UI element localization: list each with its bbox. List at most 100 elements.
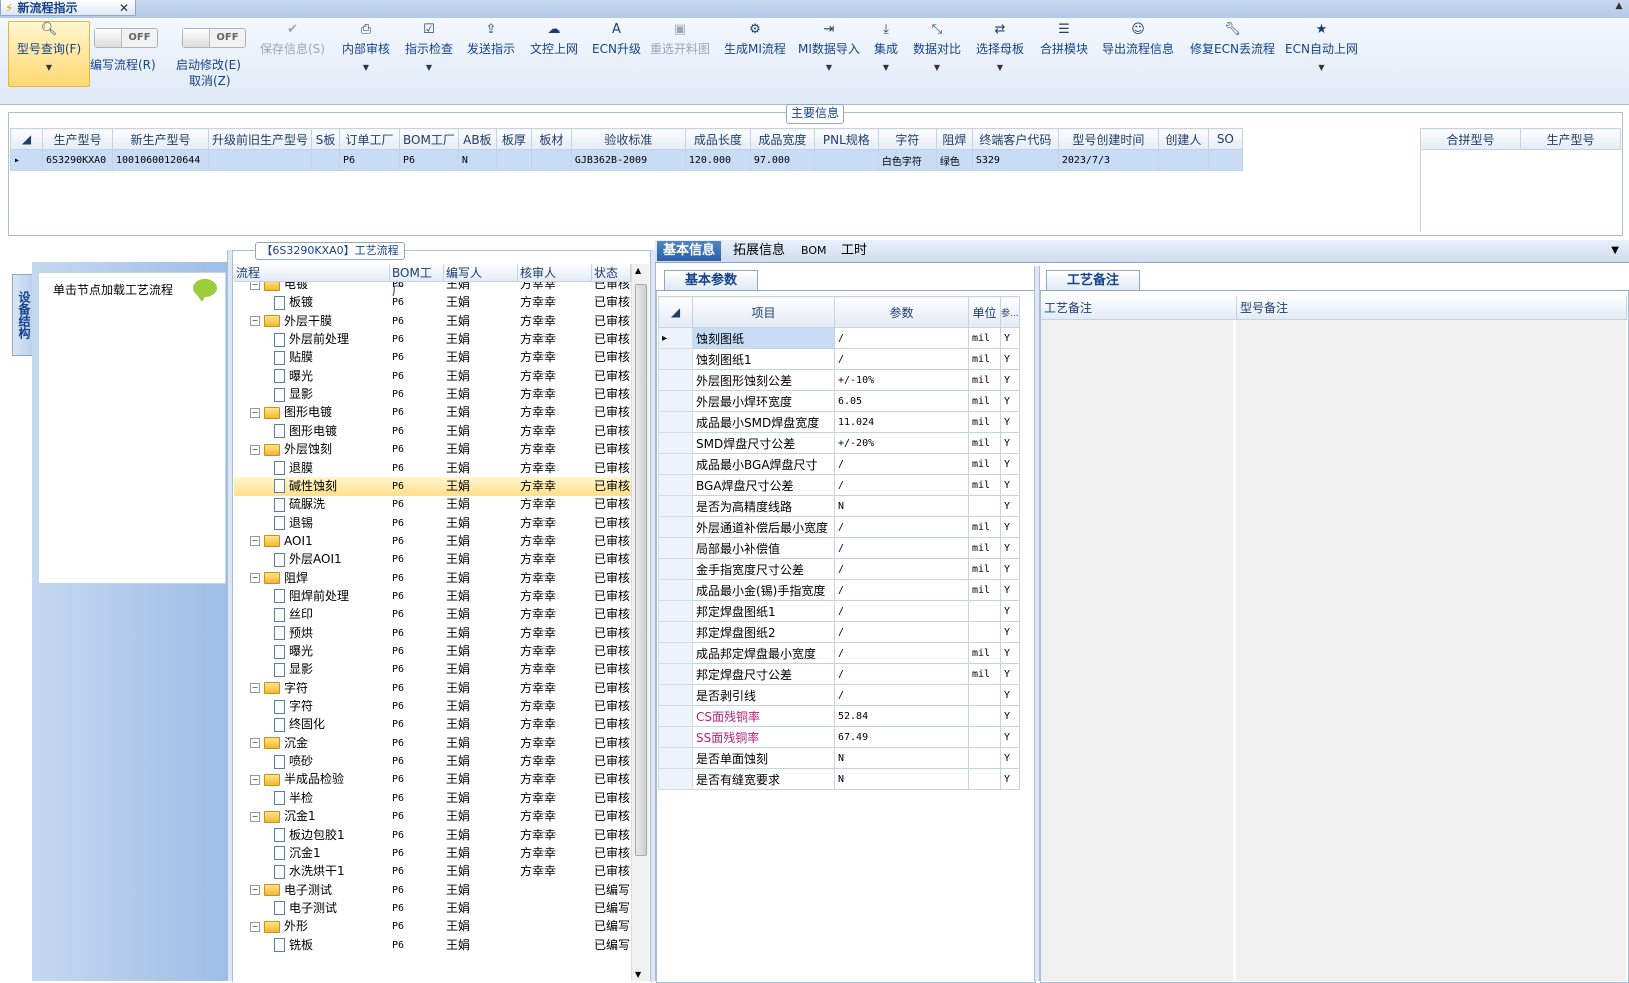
tree-node[interactable]: 硫脲洗 <box>274 495 390 514</box>
param-flag[interactable]: Y <box>1000 495 1020 517</box>
tree-node[interactable]: − 图形电镀 <box>250 403 390 422</box>
scroll-thumb[interactable] <box>635 284 647 856</box>
edit-flow-toggle[interactable]: OFF <box>94 28 158 48</box>
param-flag[interactable]: Y <box>1000 684 1020 706</box>
tree-row[interactable]: 贴膜 P6 王娟 方幸幸 已审核 <box>234 348 631 367</box>
col-header[interactable]: 成品长度 <box>684 128 751 150</box>
col-header[interactable]: 生产型号 <box>42 128 113 150</box>
tree-row[interactable]: 退锡 P6 王娟 方幸幸 已审核 <box>234 514 631 533</box>
param-flag[interactable]: Y <box>1000 348 1020 370</box>
param-unit[interactable] <box>968 684 1001 706</box>
param-value[interactable]: 6.05 <box>834 390 969 412</box>
param-item[interactable]: 是否有缝宽要求 <box>692 768 835 790</box>
tree-row[interactable]: 预烘 P6 王娟 方幸幸 已审核 <box>234 624 631 643</box>
param-unit[interactable] <box>968 600 1001 622</box>
row-indicator[interactable] <box>658 411 693 433</box>
tree-node[interactable]: 曝光 <box>274 367 390 386</box>
param-value[interactable]: / <box>834 600 969 622</box>
param-value[interactable]: / <box>834 684 969 706</box>
collapse-icon[interactable]: − <box>250 921 260 932</box>
param-unit[interactable] <box>968 768 1001 790</box>
tree-row[interactable]: 喷砂 P6 王娟 方幸幸 已审核 <box>234 752 631 771</box>
param-row[interactable]: SS面残铜率 67.49 Y <box>658 726 1020 748</box>
param-value[interactable]: +/-20% <box>834 432 969 454</box>
select-master-button[interactable]: ⇄ 选择母板 ▼ <box>976 22 1024 72</box>
param-value[interactable]: / <box>834 558 969 580</box>
tab-work-hours[interactable]: 工时 <box>835 241 873 261</box>
main-info-cell[interactable]: 2023/7/3 <box>1057 149 1159 171</box>
tree-node[interactable]: 沉金1 <box>274 844 390 863</box>
tree-node[interactable]: 退膜 <box>274 459 390 478</box>
row-indicator[interactable] <box>658 768 693 790</box>
tree-row[interactable]: 电子测试 P6 王娟 已编写 <box>234 899 631 918</box>
ecn-upgrade-button[interactable]: A ECN升级 <box>592 22 641 57</box>
col-header[interactable]: 成品宽度 <box>749 128 815 150</box>
main-info-cell[interactable]: N <box>457 149 497 171</box>
cancel-button[interactable]: 取消(Z) <box>189 70 231 89</box>
subtab-process-notes[interactable]: 工艺备注 <box>1046 270 1140 291</box>
param-row[interactable]: 局部最小补偿值 / mil Y <box>658 537 1020 559</box>
scroll-down-icon[interactable]: ▼ <box>635 970 641 979</box>
model-query-button[interactable]: 🔍︎ 型号查询(F) ▼ <box>8 21 90 87</box>
param-value[interactable]: / <box>834 579 969 601</box>
tree-row[interactable]: 板镀 P6 王娟 方幸幸 已审核 <box>234 293 631 312</box>
param-value[interactable]: / <box>834 474 969 496</box>
param-row[interactable]: SMD焊盘尺寸公差 +/-20% mil Y <box>658 432 1020 454</box>
param-item[interactable]: 外层最小焊环宽度 <box>692 390 835 412</box>
reselect-cut-button[interactable]: ▣ 重选开料图 <box>650 22 710 57</box>
param-row[interactable]: 成品邦定焊盘最小宽度 / mil Y <box>658 642 1020 664</box>
collapse-icon[interactable]: − <box>250 885 260 896</box>
param-row[interactable]: 是否为高精度线路 N Y <box>658 495 1020 517</box>
param-item[interactable]: BGA焊盘尺寸公差 <box>692 474 835 496</box>
col-bom-factory[interactable]: BOM工厂 <box>390 264 444 298</box>
param-value[interactable]: 52.84 <box>834 705 969 727</box>
tree-row[interactable]: 字符 P6 王娟 方幸幸 已审核 <box>234 697 631 716</box>
main-info-cell[interactable] <box>311 149 341 171</box>
param-value[interactable]: / <box>834 621 969 643</box>
param-row[interactable]: CS面残铜率 52.84 Y <box>658 705 1020 727</box>
tree-row[interactable]: 水洗烘干1 P6 王娟 方幸幸 已审核 <box>234 862 631 881</box>
row-indicator[interactable] <box>658 684 693 706</box>
tree-node[interactable]: 曝光 <box>274 642 390 661</box>
col-production-model[interactable]: 生产型号 <box>1520 128 1621 150</box>
param-item[interactable]: 外层图形蚀刻公差 <box>692 369 835 391</box>
tree-node[interactable]: − 电子测试 <box>250 881 390 900</box>
col-reviewer[interactable]: 核审人 <box>518 264 592 282</box>
row-indicator[interactable] <box>658 390 693 412</box>
tree-row[interactable]: − 沉金1 P6 王娟 方幸幸 已审核 <box>234 807 631 826</box>
collapse-icon[interactable]: − <box>250 444 260 455</box>
param-value[interactable]: / <box>834 642 969 664</box>
tree-node[interactable]: 喷砂 <box>274 752 390 771</box>
param-item[interactable]: 邦定焊盘图纸1 <box>692 600 835 622</box>
param-value[interactable]: / <box>834 453 969 475</box>
col-unit[interactable]: 单位 <box>968 296 1001 328</box>
param-row[interactable]: 邦定焊盘尺寸公差 / mil Y <box>658 663 1020 685</box>
param-item[interactable]: CS面残铜率 <box>692 705 835 727</box>
main-info-cell[interactable]: GJB362B-2009 <box>570 149 686 171</box>
tree-row[interactable]: 图形电镀 P6 王娟 方幸幸 已审核 <box>234 422 631 441</box>
tree-row[interactable]: 碱性蚀刻 P6 王娟 方幸幸 已审核 <box>234 476 631 496</box>
param-unit[interactable]: mil <box>968 663 1001 685</box>
tree-node[interactable]: 退锡 <box>274 514 390 533</box>
col-header[interactable]: 板材 <box>530 128 572 150</box>
param-row[interactable]: 成品最小SMD焊盘宽度 11.024 mil Y <box>658 411 1020 433</box>
param-flag[interactable]: Y <box>1000 768 1020 790</box>
param-unit[interactable]: mil <box>968 579 1001 601</box>
tree-node[interactable]: 丝印 <box>274 605 390 624</box>
param-flag[interactable]: Y <box>1000 411 1020 433</box>
col-header[interactable]: 终端客户代码 <box>971 128 1059 150</box>
row-indicator[interactable] <box>658 642 693 664</box>
param-row[interactable]: 金手指宽度尺寸公差 / mil Y <box>658 558 1020 580</box>
tree-row[interactable]: 终固化 P6 王娟 方幸幸 已审核 <box>234 715 631 734</box>
tree-row[interactable]: 外层前处理 P6 王娟 方幸幸 已审核 <box>234 330 631 349</box>
col-author[interactable]: 编写人 <box>444 264 518 282</box>
param-row[interactable]: 成品最小BGA焊盘尺寸 / mil Y <box>658 453 1020 475</box>
param-item[interactable]: 成品邦定焊盘最小宽度 <box>692 642 835 664</box>
row-indicator[interactable]: ▸ <box>10 149 43 171</box>
param-unit[interactable]: mil <box>968 537 1001 559</box>
row-indicator[interactable] <box>658 495 693 517</box>
main-info-cell[interactable] <box>207 149 313 171</box>
tree-row[interactable]: 半检 P6 王娟 方幸幸 已审核 <box>234 789 631 808</box>
row-indicator[interactable] <box>658 579 693 601</box>
tab-extended-info[interactable]: 拓展信息 <box>727 241 791 261</box>
